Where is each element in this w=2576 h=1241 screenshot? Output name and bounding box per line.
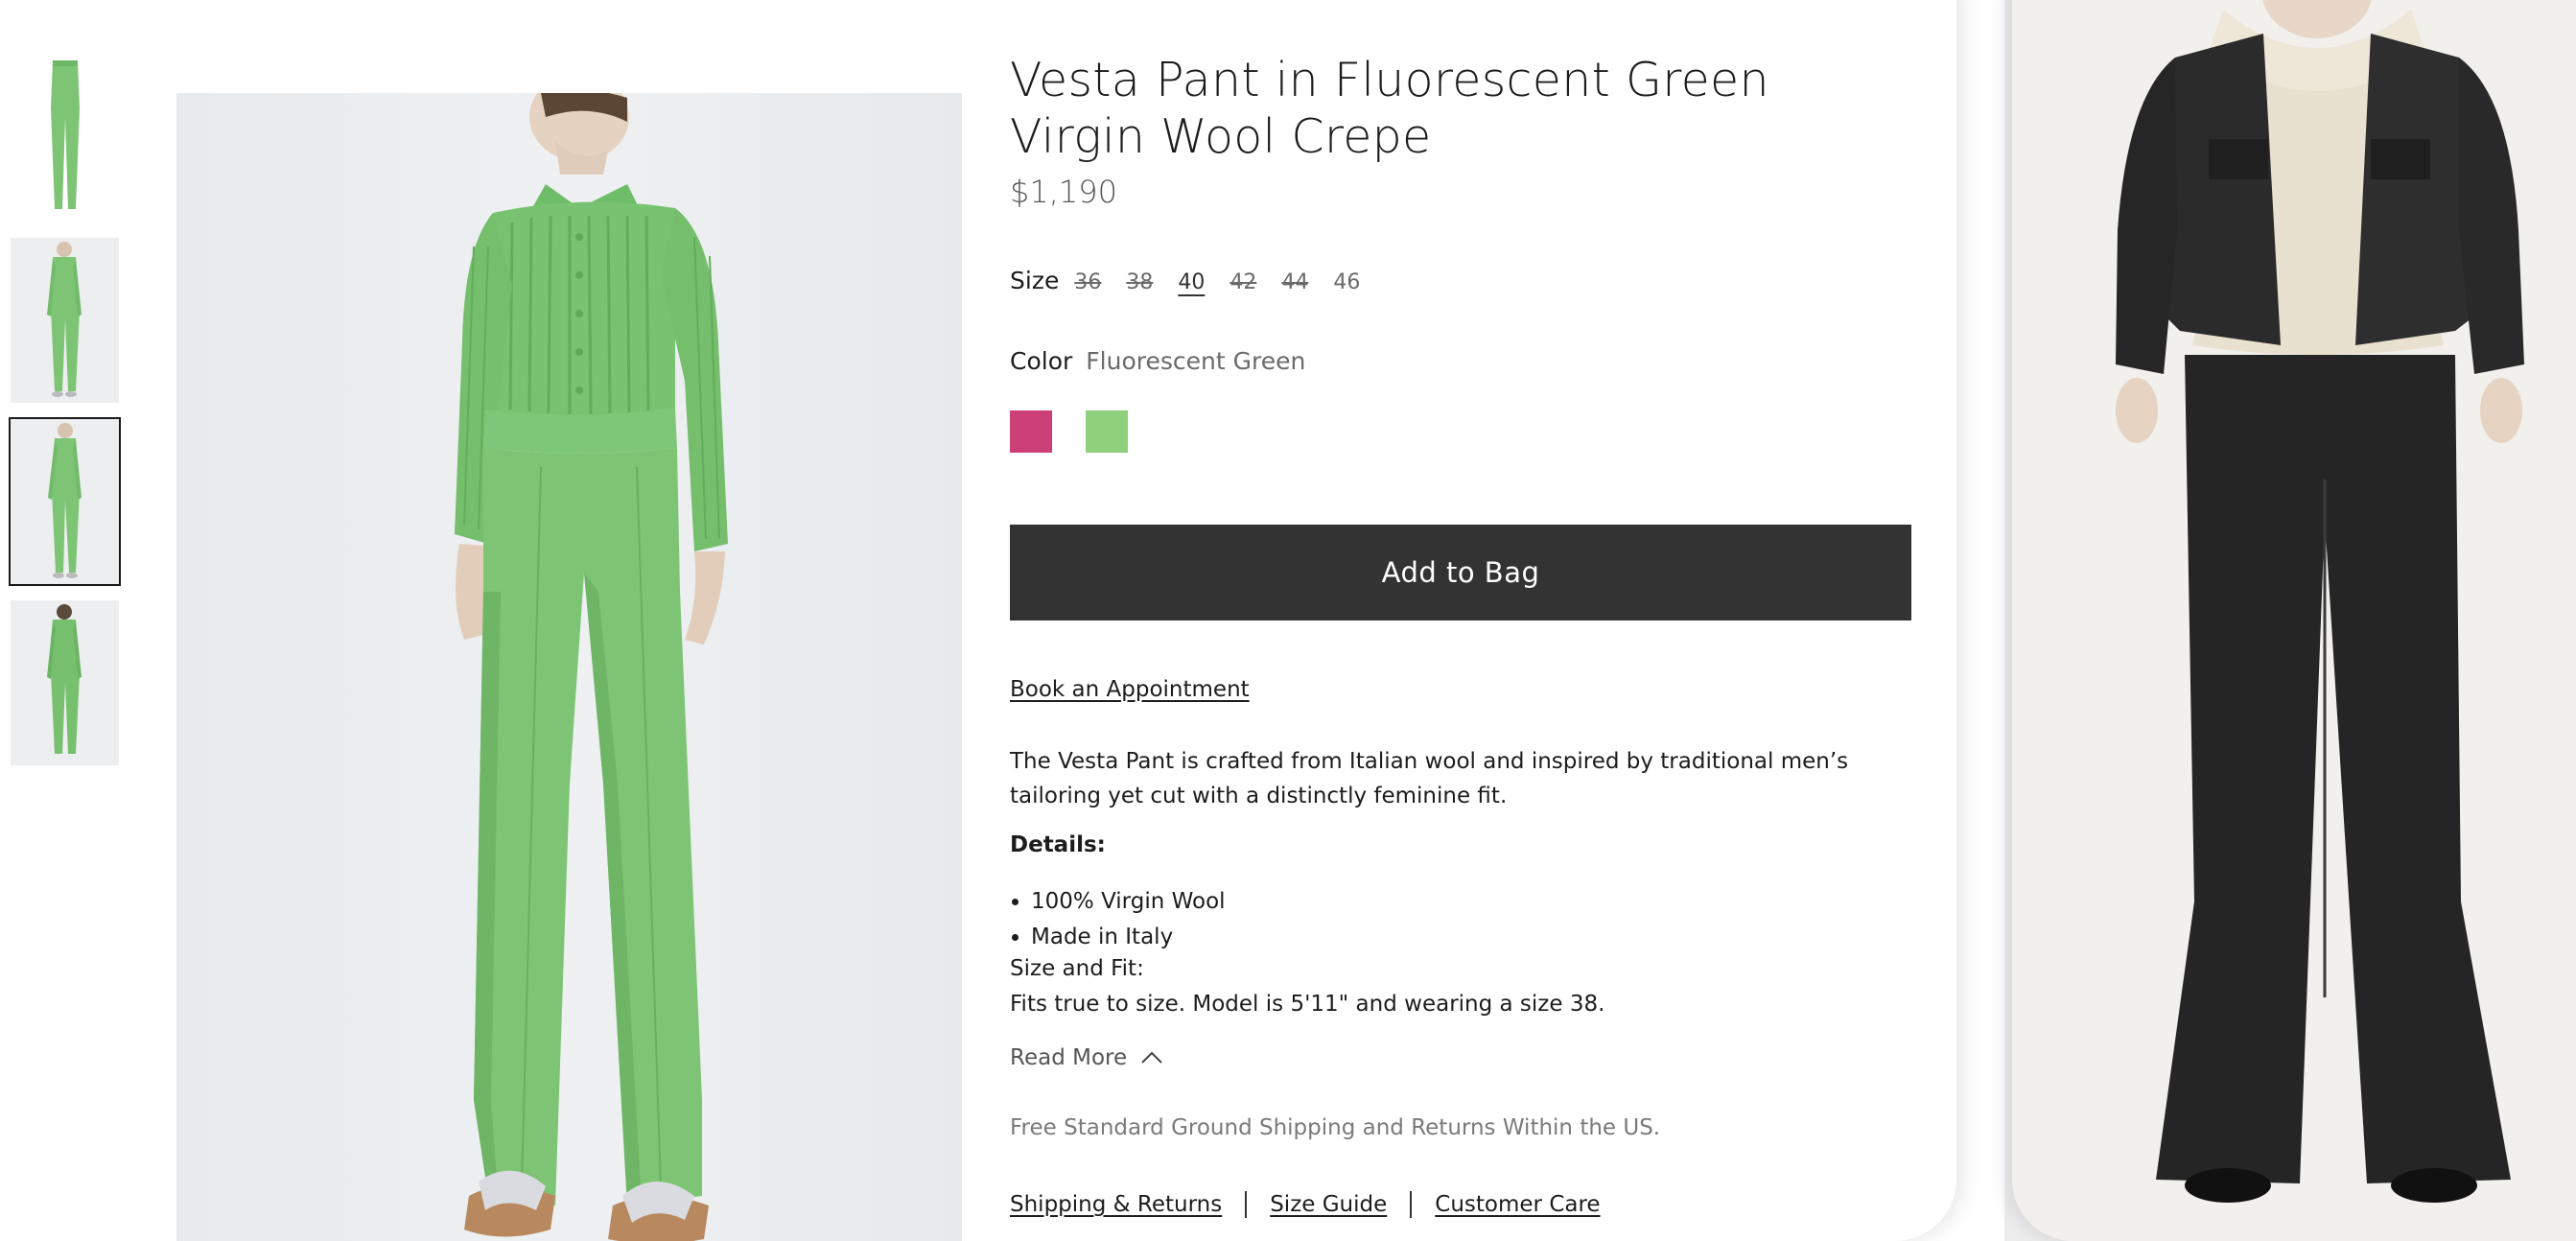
shipping-note: Free Standard Ground Shipping and Return… <box>1010 1115 1661 1140</box>
product-description: The Vesta Pant is crafted from Italian w… <box>1010 749 1849 808</box>
chevron-up-icon <box>1141 1051 1162 1064</box>
size-option-38[interactable]: 38 <box>1126 270 1153 294</box>
size-fit-label: Size and Fit: <box>1010 956 1144 981</box>
size-selector: Size 36 38 40 42 44 46 <box>1010 267 1385 294</box>
details-heading: Details: <box>1010 832 1106 857</box>
next-product-image <box>2012 0 2576 1241</box>
thumbnail-image <box>11 238 119 403</box>
color-selector: Color Fluorescent Green <box>1010 347 1305 375</box>
size-option-44[interactable]: 44 <box>1281 270 1308 294</box>
details-list: 100% Virgin Wool Made in Italy <box>1010 884 1226 955</box>
read-more-toggle[interactable]: Read More <box>1010 1045 1163 1070</box>
footer-divider <box>1410 1191 1413 1218</box>
color-swatch-green[interactable] <box>1086 410 1128 453</box>
product-title: Vesta Pant in Fluorescent Green Virgin W… <box>1010 53 1769 164</box>
color-swatch-pink[interactable] <box>1010 410 1052 453</box>
read-more-label: Read More <box>1010 1045 1128 1070</box>
color-value: Fluorescent Green <box>1086 347 1306 375</box>
size-fit-text: Fits true to size. Model is 5'11" and we… <box>1010 992 1605 1017</box>
details-list-item: Made in Italy <box>1031 920 1226 955</box>
footer-links: Shipping & Returns Size Guide Customer C… <box>1010 1191 1601 1218</box>
shipping-returns-link[interactable]: Shipping & Returns <box>1010 1192 1222 1217</box>
thumbnail-image <box>11 51 119 216</box>
size-guide-link[interactable]: Size Guide <box>1270 1192 1387 1217</box>
main-product-image[interactable] <box>176 93 962 1241</box>
model-illustration <box>455 93 728 1241</box>
gallery-thumbnail-selected[interactable] <box>9 417 121 586</box>
size-option-36[interactable]: 36 <box>1074 270 1101 294</box>
next-product-card[interactable] <box>2012 0 2576 1241</box>
footer-divider <box>1245 1191 1248 1218</box>
add-to-bag-button[interactable]: Add to Bag <box>1010 525 1911 620</box>
product-price: $1,190 <box>1010 174 1117 210</box>
details-list-item: 100% Virgin Wool <box>1031 884 1226 920</box>
size-option-46[interactable]: 46 <box>1333 270 1360 294</box>
thumbnail-image <box>11 419 119 584</box>
gallery-thumbnail[interactable] <box>11 600 119 765</box>
size-option-42[interactable]: 42 <box>1229 270 1256 294</box>
book-appointment-link[interactable]: Book an Appointment <box>1010 677 1250 702</box>
thumbnail-image <box>11 600 119 765</box>
color-label: Color <box>1010 347 1073 375</box>
gallery-thumbnail[interactable] <box>11 238 119 403</box>
gallery-thumbnail[interactable] <box>11 51 119 216</box>
product-card: Vesta Pant in Fluorescent Green Virgin W… <box>0 0 1956 1241</box>
customer-care-link[interactable]: Customer Care <box>1435 1192 1600 1217</box>
size-option-40[interactable]: 40 <box>1178 270 1205 294</box>
size-label: Size <box>1010 267 1060 294</box>
